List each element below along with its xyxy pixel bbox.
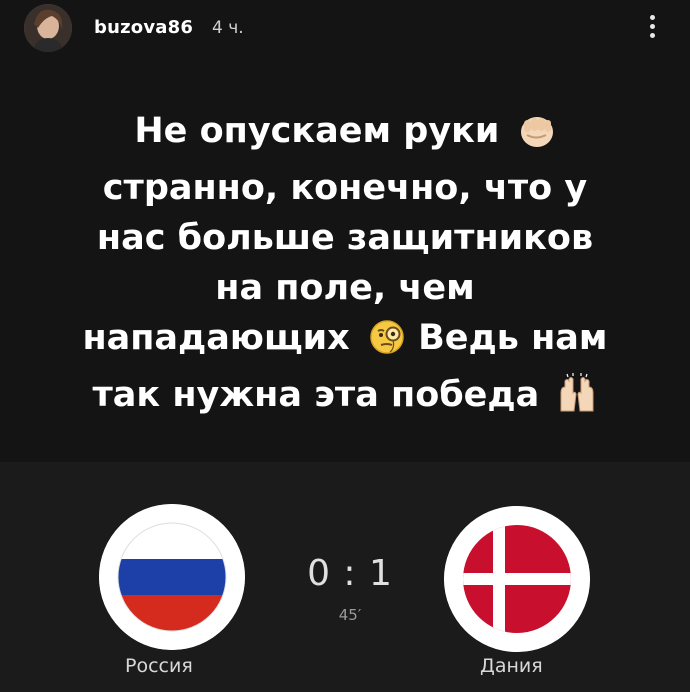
story-text: Не опускаем руки странно, конечно, что у… xyxy=(20,106,670,427)
more-options-icon[interactable] xyxy=(640,12,664,42)
story-line-6: так нужна эта победа xyxy=(20,370,670,427)
raising-hands-icon xyxy=(557,373,597,427)
match-score: 0 : 1 xyxy=(307,553,393,594)
story-line-1: Не опускаем руки xyxy=(20,106,670,163)
avatar-photo-icon xyxy=(24,4,72,52)
story-header: buzova86 4 ч. xyxy=(0,0,690,60)
away-team-name: Дания xyxy=(480,655,543,677)
home-team-name: Россия xyxy=(125,655,193,677)
story-line-5: нападающих Ведь нам xyxy=(20,313,670,370)
post-time: 4 ч. xyxy=(212,18,244,38)
monocle-face-icon xyxy=(368,318,406,370)
avatar[interactable] xyxy=(24,4,72,52)
raised-fist-icon xyxy=(518,111,556,163)
story-line-3: нас больше защитников xyxy=(96,218,594,258)
denmark-flag-icon xyxy=(444,506,590,652)
story-line-2: странно, конечно, что у xyxy=(102,168,588,208)
russia-flag-icon xyxy=(99,504,245,650)
username[interactable]: buzova86 xyxy=(94,17,193,38)
story-line-4: на поле, чем xyxy=(215,268,475,308)
match-minute: 45′ xyxy=(338,606,362,624)
